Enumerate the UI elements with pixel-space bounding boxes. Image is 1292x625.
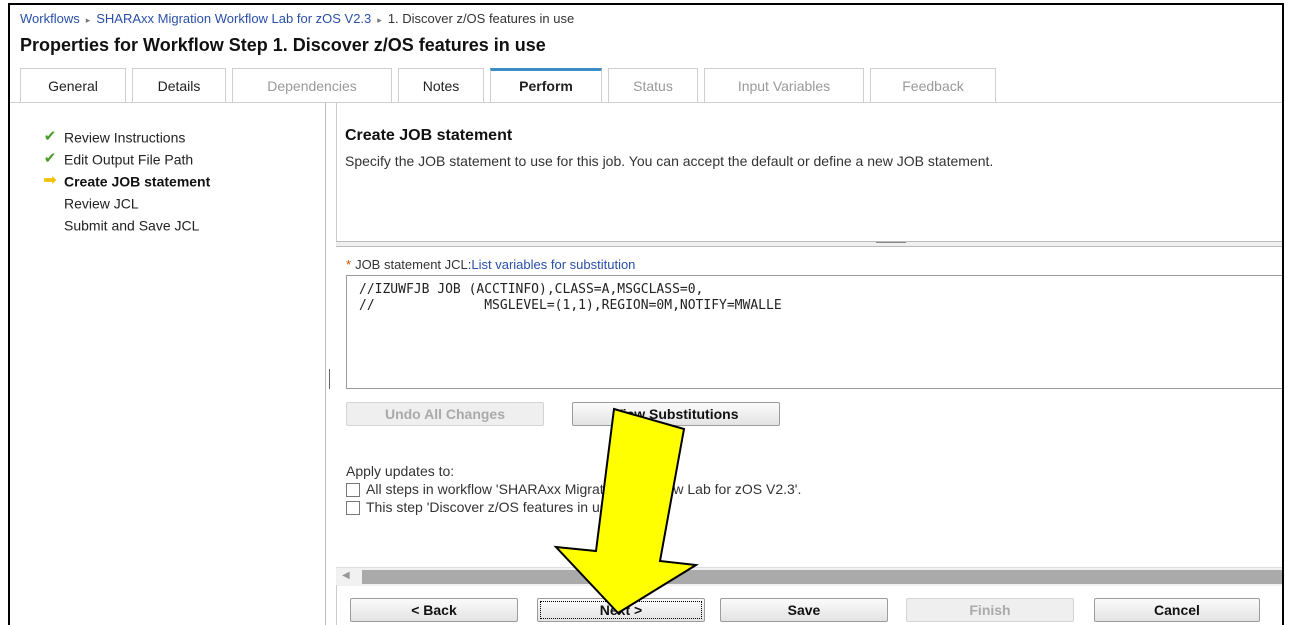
vertical-splitter[interactable] bbox=[325, 103, 334, 625]
tab-details[interactable]: Details bbox=[132, 68, 226, 102]
step-item-edit-output-file-path[interactable]: ✔ Edit Output File Path bbox=[36, 147, 210, 169]
scrollbar-thumb[interactable] bbox=[362, 570, 1282, 584]
section-title: Create JOB statement bbox=[345, 127, 513, 144]
workflow-properties-window: Workflows ▸ SHARAxx Migration Workflow Lab… bbox=[8, 3, 1284, 625]
check-icon: ✔ bbox=[43, 128, 57, 146]
step-item-create-job-statement[interactable]: ➡ Create JOB statement bbox=[36, 169, 210, 191]
this-step-checkbox[interactable] bbox=[346, 501, 360, 516]
jcl-textarea[interactable]: //IZUWFJB JOB (ACCTINFO),CLASS=A,MSGCLAS… bbox=[346, 275, 1282, 389]
step-item-review-jcl[interactable]: Review JCL bbox=[36, 191, 210, 213]
step-item-review-instructions[interactable]: ✔ Review Instructions bbox=[36, 125, 210, 147]
splitter-grip-icon[interactable] bbox=[876, 242, 906, 245]
section-description: Specify the JOB statement to use for thi… bbox=[345, 153, 994, 169]
cancel-button[interactable]: Cancel bbox=[1094, 598, 1260, 622]
tab-notes[interactable]: Notes bbox=[398, 68, 484, 102]
tab-general[interactable]: General bbox=[20, 68, 126, 102]
undo-all-changes-button[interactable]: Undo All Changes bbox=[346, 402, 544, 426]
list-variables-link[interactable]: List variables for substitution bbox=[471, 257, 635, 272]
apply-updates-label: Apply updates to: bbox=[346, 463, 455, 479]
horizontal-scrollbar[interactable]: ◀ bbox=[336, 567, 1282, 586]
tab-status: Status bbox=[608, 68, 698, 102]
back-button[interactable]: < Back bbox=[350, 598, 518, 622]
tab-bar: General Details Dependencies Notes Perform St… bbox=[20, 68, 1002, 102]
step-description-panel: Create JOB statement Specify the JOB sta… bbox=[336, 103, 1282, 241]
tab-feedback: Feedback bbox=[870, 68, 996, 102]
highlight-arrow-icon bbox=[553, 407, 700, 615]
page-title: Properties for Workflow Step 1. Discover… bbox=[20, 35, 546, 55]
jcl-field-label: * JOB statement JCL:List variables for su… bbox=[346, 257, 636, 272]
scroll-left-icon[interactable]: ◀ bbox=[342, 570, 350, 581]
breadcrumb-separator-icon: ▸ bbox=[377, 15, 382, 25]
arrow-right-icon: ➡ bbox=[43, 172, 57, 190]
step-item-submit-and-save-jcl[interactable]: Submit and Save JCL bbox=[36, 213, 210, 235]
breadcrumb: Workflows ▸ SHARAxx Migration Workflow Lab… bbox=[20, 11, 574, 26]
splitter-grip-icon[interactable] bbox=[329, 369, 332, 389]
save-button[interactable]: Save bbox=[720, 598, 888, 622]
horizontal-splitter[interactable] bbox=[336, 241, 1282, 247]
breadcrumb-workflows-link[interactable]: Workflows bbox=[20, 11, 80, 26]
all-steps-checkbox[interactable] bbox=[346, 483, 360, 498]
breadcrumb-current-step: 1. Discover z/OS features in use bbox=[387, 11, 575, 26]
tab-input-variables: Input Variables bbox=[704, 68, 864, 102]
tab-dependencies: Dependencies bbox=[232, 68, 392, 102]
check-icon: ✔ bbox=[43, 150, 57, 168]
required-marker: * bbox=[346, 257, 352, 272]
finish-button: Finish bbox=[906, 598, 1074, 622]
step-list: ✔ Review Instructions ✔ Edit Output File P… bbox=[36, 125, 210, 235]
breadcrumb-separator-icon: ▸ bbox=[85, 15, 91, 25]
breadcrumb-workflow-link[interactable]: SHARAxx Migration Workflow Lab for zOS V… bbox=[96, 11, 371, 26]
tab-perform[interactable]: Perform bbox=[490, 68, 602, 102]
